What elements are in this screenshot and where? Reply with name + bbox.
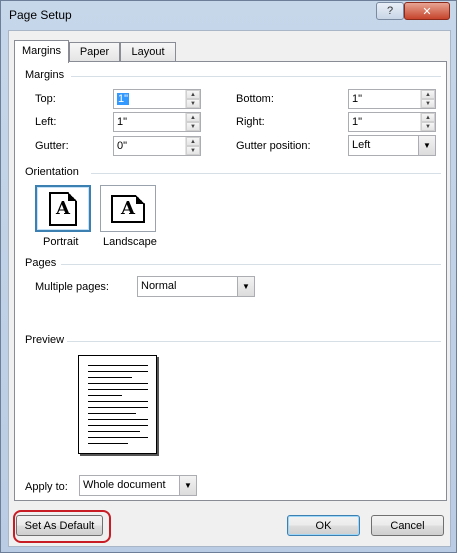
left-label: Left:	[35, 116, 57, 128]
ok-label: OK	[315, 519, 332, 532]
apply-to-value: Whole document	[83, 479, 166, 491]
dialog-title: Page Setup	[9, 8, 72, 22]
margins-tab-panel: Margins Top: 1" ▲ ▼ Bottom: 1" ▲ ▼ Left: 1…	[14, 61, 447, 501]
landscape-option[interactable]: A	[100, 185, 156, 232]
tab-layout[interactable]: Layout	[120, 42, 176, 62]
page-setup-dialog: Page Setup ? ✕ Margins Paper Layout Marg…	[0, 0, 457, 553]
top-margin-spinner[interactable]: 1" ▲ ▼	[113, 89, 201, 109]
help-button[interactable]: ?	[376, 2, 404, 20]
spin-up-icon[interactable]: ▲	[186, 113, 200, 122]
gutter-spinner[interactable]: 0" ▲ ▼	[113, 136, 201, 156]
spin-up-icon[interactable]: ▲	[421, 90, 435, 99]
tab-paper[interactable]: Paper	[69, 42, 120, 62]
ok-button[interactable]: OK	[287, 515, 360, 536]
close-button[interactable]: ✕	[404, 2, 450, 20]
preview-line	[88, 365, 148, 366]
top-margin-field[interactable]: 1"	[114, 90, 185, 108]
portrait-icon-letter: A	[56, 198, 70, 219]
multiple-pages-value: Normal	[141, 280, 177, 292]
preview-line	[88, 383, 148, 384]
page-fold	[68, 191, 77, 201]
gutter-position-select[interactable]: Left ▼	[348, 135, 436, 156]
bottom-margin-spinner[interactable]: 1" ▲ ▼	[348, 89, 436, 109]
chevron-down-icon[interactable]: ▼	[237, 277, 254, 296]
right-spin-arrows[interactable]: ▲ ▼	[420, 113, 435, 131]
gutter-spin-arrows[interactable]: ▲ ▼	[185, 137, 200, 155]
spin-up-icon[interactable]: ▲	[186, 90, 200, 99]
cancel-label: Cancel	[390, 519, 425, 532]
preview-group-label: Preview	[25, 334, 65, 346]
top-spin-arrows[interactable]: ▲ ▼	[185, 90, 200, 108]
preview-line	[88, 437, 148, 438]
dialog-body: Margins Paper Layout Margins Top: 1" ▲ ▼ …	[8, 30, 451, 547]
preview-line	[88, 371, 148, 372]
margins-divider	[71, 76, 441, 77]
tab-paper-label: Paper	[79, 46, 110, 58]
right-label: Right:	[236, 116, 265, 128]
preview-line	[88, 407, 148, 408]
landscape-icon-letter: A	[121, 198, 135, 219]
portrait-option[interactable]: A	[35, 185, 91, 232]
gutter-label: Gutter:	[35, 140, 69, 152]
help-icon: ?	[386, 5, 394, 17]
spin-down-icon[interactable]: ▼	[186, 99, 200, 108]
preview-line	[88, 419, 148, 420]
pages-group-label: Pages	[25, 257, 57, 269]
spin-down-icon[interactable]: ▼	[186, 146, 200, 155]
left-spin-arrows[interactable]: ▲ ▼	[185, 113, 200, 131]
close-icon: ✕	[422, 5, 432, 18]
preview-line	[88, 401, 148, 402]
tab-margins-label: Margins	[21, 45, 62, 57]
spin-down-icon[interactable]: ▼	[421, 99, 435, 108]
margins-group-label: Margins	[25, 69, 65, 81]
multiple-pages-select[interactable]: Normal ▼	[137, 276, 255, 297]
right-margin-field[interactable]: 1"	[349, 113, 420, 131]
bottom-spin-arrows[interactable]: ▲ ▼	[420, 90, 435, 108]
pages-divider	[61, 264, 441, 265]
page-fold	[136, 194, 145, 204]
chevron-down-icon[interactable]: ▼	[418, 136, 435, 155]
left-margin-field[interactable]: 1"	[114, 113, 185, 131]
bottom-margin-field[interactable]: 1"	[349, 90, 420, 108]
preview-line	[88, 431, 140, 432]
preview-line	[88, 389, 148, 390]
preview-line	[88, 443, 128, 444]
preview-line	[88, 425, 148, 426]
spin-up-icon[interactable]: ▲	[186, 137, 200, 146]
right-margin-spinner[interactable]: 1" ▲ ▼	[348, 112, 436, 132]
portrait-label[interactable]: Portrait	[43, 236, 78, 248]
spin-up-icon[interactable]: ▲	[421, 113, 435, 122]
landscape-label[interactable]: Landscape	[103, 236, 157, 248]
top-margin-value: 1"	[117, 93, 130, 105]
top-label: Top:	[35, 93, 56, 105]
landscape-page-icon: A	[111, 194, 145, 223]
chevron-down-icon[interactable]: ▼	[179, 476, 196, 495]
gutter-position-value: Left	[352, 139, 371, 151]
tab-margins[interactable]: Margins	[14, 40, 69, 63]
apply-to-label: Apply to:	[25, 481, 68, 493]
orientation-group-label: Orientation	[25, 166, 79, 178]
left-margin-spinner[interactable]: 1" ▲ ▼	[113, 112, 201, 132]
preview-line	[88, 413, 136, 414]
tab-layout-label: Layout	[131, 46, 165, 58]
title-bar[interactable]: Page Setup ? ✕	[1, 1, 456, 30]
bottom-label: Bottom:	[236, 93, 274, 105]
apply-to-select[interactable]: Whole document ▼	[79, 475, 197, 496]
gutter-field[interactable]: 0"	[114, 137, 185, 155]
gutter-position-label: Gutter position:	[236, 140, 311, 152]
page-preview	[78, 355, 157, 454]
spin-down-icon[interactable]: ▼	[421, 122, 435, 131]
orientation-divider	[91, 173, 441, 174]
preview-divider	[67, 341, 441, 342]
highlight-annotation-ring	[13, 510, 111, 543]
preview-line	[88, 395, 122, 396]
multiple-pages-label: Multiple pages:	[35, 281, 109, 293]
portrait-page-icon: A	[49, 191, 77, 226]
preview-line	[88, 377, 132, 378]
spin-down-icon[interactable]: ▼	[186, 122, 200, 131]
cancel-button[interactable]: Cancel	[371, 515, 444, 536]
